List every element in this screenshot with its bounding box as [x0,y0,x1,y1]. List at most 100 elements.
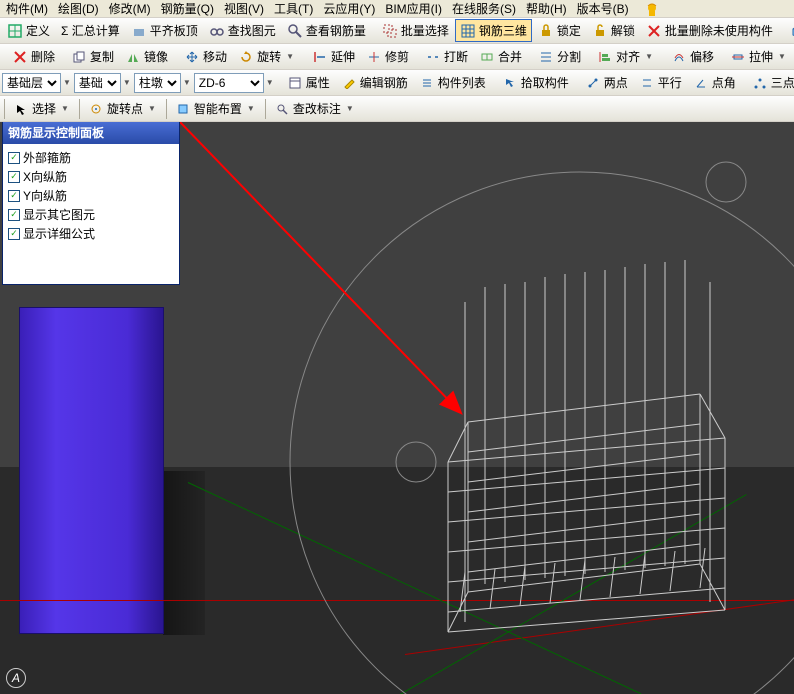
menu-tools[interactable]: 工具(T) [270,0,317,18]
menu-modify[interactable]: 修改(M) [105,0,155,18]
properties-button[interactable]: 属性 [282,71,335,94]
copy-button[interactable]: 复制 [66,45,119,68]
rebar-display-panel[interactable]: 钢筋显示控制面板 ✓外部箍筋 ✓X向纵筋 ✓Y向纵筋 ✓显示其它图元 ✓显示详细… [2,122,180,285]
checkbox-row[interactable]: ✓X向纵筋 [8,167,174,186]
toolbar-main: 定义 Σ 汇总计算 平齐板顶 查找图元 查看钢筋量 批量选择 钢筋三维 锁定 解… [0,18,794,44]
checkbox-row[interactable]: ✓显示详细公式 [8,224,174,243]
checkbox-label: Y向纵筋 [23,187,67,204]
dropdown-icon[interactable]: ▼ [344,104,356,113]
break-button[interactable]: 打断 [420,45,473,68]
three-pt-icon [752,75,768,91]
move-button[interactable]: 移动 [179,45,232,68]
checkbox-icon[interactable]: ✓ [8,190,20,202]
menu-rebar-qty[interactable]: 钢筋量(Q) [157,0,218,18]
menu-online[interactable]: 在线服务(S) [448,0,520,18]
align-icon [597,49,613,65]
unlock-button[interactable]: 解锁 [587,19,640,42]
panel-title: 钢筋显示控制面板 [3,122,179,144]
smart-layout-button[interactable]: 智能布置▼ [170,97,262,120]
menu-component[interactable]: 构件(M) [2,0,52,18]
menu-version[interactable]: 版本号(B) [573,0,633,18]
split-button[interactable]: 分割 [533,45,586,68]
separator [166,99,167,119]
subcategory-select[interactable]: 柱墩▼ [134,73,193,93]
element-list-button[interactable]: 构件列表 [414,71,491,94]
checkbox-row[interactable]: ✓显示其它图元 [8,205,174,224]
panel-body: ✓外部箍筋 ✓X向纵筋 ✓Y向纵筋 ✓显示其它图元 ✓显示详细公式 [3,144,179,284]
select-icon [382,23,398,39]
checkbox-icon[interactable]: ✓ [8,152,20,164]
dropdown-icon[interactable]: ▼ [776,52,788,61]
menu-bim[interactable]: BIM应用(I) [381,0,446,18]
code-select[interactable]: ZD-6▼ [194,73,276,93]
sum-button[interactable]: Σ 汇总计算 [56,19,125,42]
edit-rebar-button[interactable]: 编辑钢筋 [336,71,413,94]
align-button[interactable]: 对齐▼ [592,45,660,68]
merge-icon [479,49,495,65]
menu-draw[interactable]: 绘图(D) [54,0,103,18]
offset-button[interactable]: 偏移 [666,45,719,68]
dropdown-icon[interactable]: ▼ [643,52,655,61]
checkbox-label: X向纵筋 [23,168,67,185]
lock-button[interactable]: 锁定 [533,19,586,42]
rebar-3d-button[interactable]: 钢筋三维 [455,19,532,42]
flat-top-button[interactable]: 平齐板顶 [126,19,203,42]
two-point-button[interactable]: 两点 [580,71,633,94]
checkbox-icon[interactable]: ✓ [8,171,20,183]
pick-element-button[interactable]: 拾取构件 [497,71,574,94]
construction-worker-icon [639,0,665,18]
checkbox-label: 显示详细公式 [23,225,95,242]
move-icon [184,49,200,65]
x-icon [12,49,28,65]
props-icon [287,75,303,91]
point-angle-button[interactable]: 点角 [688,71,741,94]
merge-button[interactable]: 合并 [474,45,527,68]
layer-select[interactable]: 基础层▼ [2,73,73,93]
smart-icon [175,101,191,117]
define-icon [7,23,23,39]
mirror-button[interactable]: 镜像 [120,45,173,68]
rotate-button[interactable]: 旋转▼ [233,45,301,68]
dropdown-icon[interactable]: ▼ [59,104,71,113]
batch-delete-unused-button[interactable]: 批量删除未使用构件 [641,19,778,42]
separator [79,99,80,119]
break-icon [425,49,441,65]
trim-button[interactable]: 修剪 [361,45,414,68]
split-icon [538,49,554,65]
view-rebar-qty-button[interactable]: 查看钢筋量 [282,19,371,42]
trim-icon [366,49,382,65]
select-button[interactable]: 选择▼ [8,97,76,120]
category-select[interactable]: 基础▼ [74,73,133,93]
three-point-button[interactable]: 三点 [747,71,794,94]
dropdown-icon[interactable]: ▼ [146,104,158,113]
batch-select-button[interactable]: 批量选择 [377,19,454,42]
viewport-3d[interactable]: 钢筋显示控制面板 ✓外部箍筋 ✓X向纵筋 ✓Y向纵筋 ✓显示其它图元 ✓显示详细… [0,122,794,694]
dropdown-icon[interactable]: ▼ [245,104,257,113]
checkbox-icon[interactable]: ✓ [8,228,20,240]
menu-cloud[interactable]: 云应用(Y) [319,0,379,18]
menu-view[interactable]: 视图(V) [220,0,268,18]
delete-button[interactable]: 删除 [7,45,60,68]
extend-button[interactable]: 延伸 [307,45,360,68]
find-element-button[interactable]: 查找图元 [204,19,281,42]
rotate-pt-icon [88,101,104,117]
define-button[interactable]: 定义 [2,19,55,42]
unlock-icon [592,23,608,39]
menu-help[interactable]: 帮助(H) [522,0,571,18]
menu-bar: 构件(M) 绘图(D) 修改(M) 钢筋量(Q) 视图(V) 工具(T) 云应用… [0,0,794,18]
mirror-icon [125,49,141,65]
rotate-point-button[interactable]: 旋转点▼ [83,97,163,120]
checkbox-icon[interactable]: ✓ [8,209,20,221]
three-d-button[interactable]: 三维 [784,19,794,42]
dropdown-icon[interactable]: ▼ [284,52,296,61]
check-mark-button[interactable]: 查改标注▼ [269,97,361,120]
two-pt-icon [585,75,601,91]
angle-icon [693,75,709,91]
offset-icon [671,49,687,65]
checkbox-row[interactable]: ✓Y向纵筋 [8,186,174,205]
parallel-button[interactable]: 平行 [634,71,687,94]
stretch-button[interactable]: 拉伸▼ [725,45,793,68]
grip [4,99,5,119]
checkbox-row[interactable]: ✓外部箍筋 [8,148,174,167]
delete-icon [646,23,662,39]
